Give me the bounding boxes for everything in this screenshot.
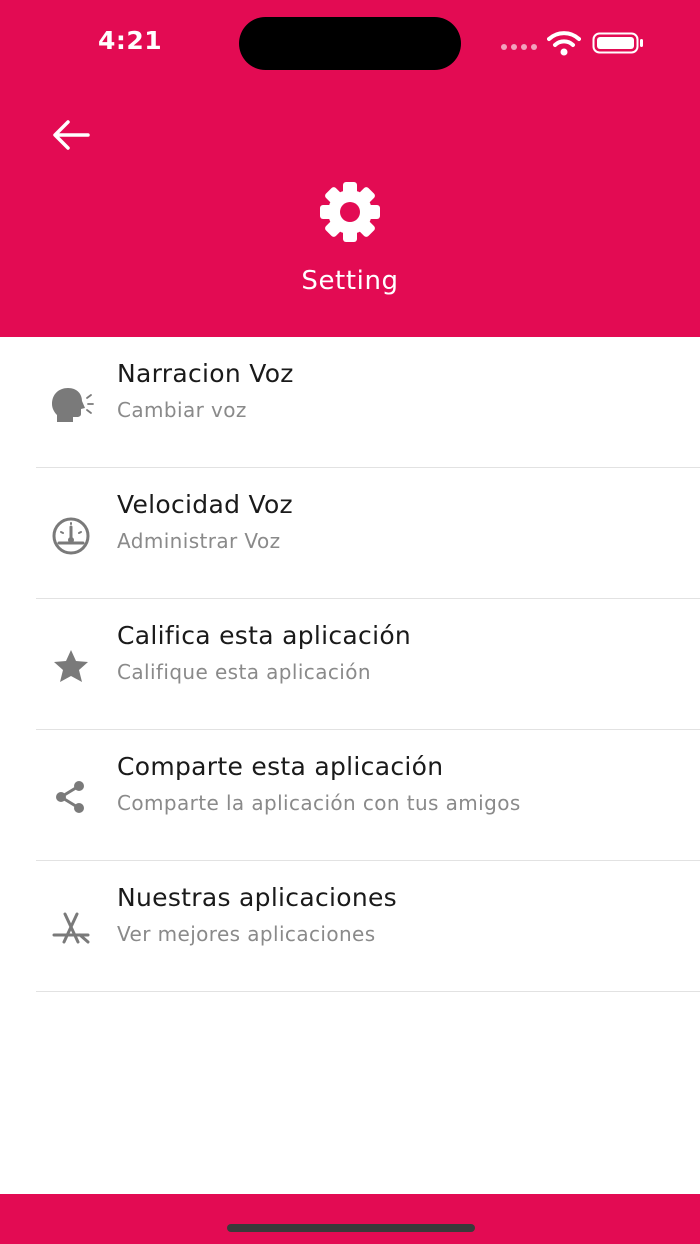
settings-item-title: Comparte esta aplicación [117,752,444,781]
settings-item-comparte[interactable]: Comparte esta aplicación Comparte la apl… [0,730,700,861]
status-time: 4:21 [98,26,163,55]
settings-list: Narracion Voz Cambiar voz Velocidad Voz … [0,337,700,992]
settings-item-subtitle: Cambiar voz [117,398,247,422]
bottom-bar [0,1194,700,1244]
speedometer-icon [52,517,90,555]
settings-item-title: Nuestras aplicaciones [117,883,398,912]
settings-item-velocidad-voz[interactable]: Velocidad Voz Administrar Voz [0,468,700,599]
share-icon [56,781,84,813]
back-button[interactable] [48,112,94,158]
home-indicator[interactable] [227,1224,475,1232]
dynamic-island [239,17,461,70]
settings-item-title: Califica esta aplicación [117,621,412,650]
settings-item-narracion-voz[interactable]: Narracion Voz Cambiar voz [0,337,700,468]
app-header: 4:21 Setting [0,0,700,337]
settings-item-califica[interactable]: Califica esta aplicación Califique esta … [0,599,700,730]
settings-item-subtitle: Comparte la aplicación con tus amigos [117,791,521,815]
page-title: Setting [301,266,399,296]
settings-item-subtitle: Califique esta aplicación [117,660,371,684]
settings-item-subtitle: Ver mejores aplicaciones [117,922,376,946]
settings-item-title: Narracion Voz [117,359,294,388]
star-icon [54,650,88,682]
speaking-head-icon [52,388,94,422]
settings-item-subtitle: Administrar Voz [117,529,281,553]
battery-icon [592,32,643,54]
cellular-signal-icon [501,44,537,50]
arrow-left-icon [53,120,90,150]
wifi-icon [547,31,581,56]
divider [36,991,700,992]
settings-item-title: Velocidad Voz [117,490,293,519]
gear-icon [320,182,380,242]
app-store-icon [52,912,90,944]
settings-item-nuestras-aplicaciones[interactable]: Nuestras aplicaciones Ver mejores aplica… [0,861,700,992]
